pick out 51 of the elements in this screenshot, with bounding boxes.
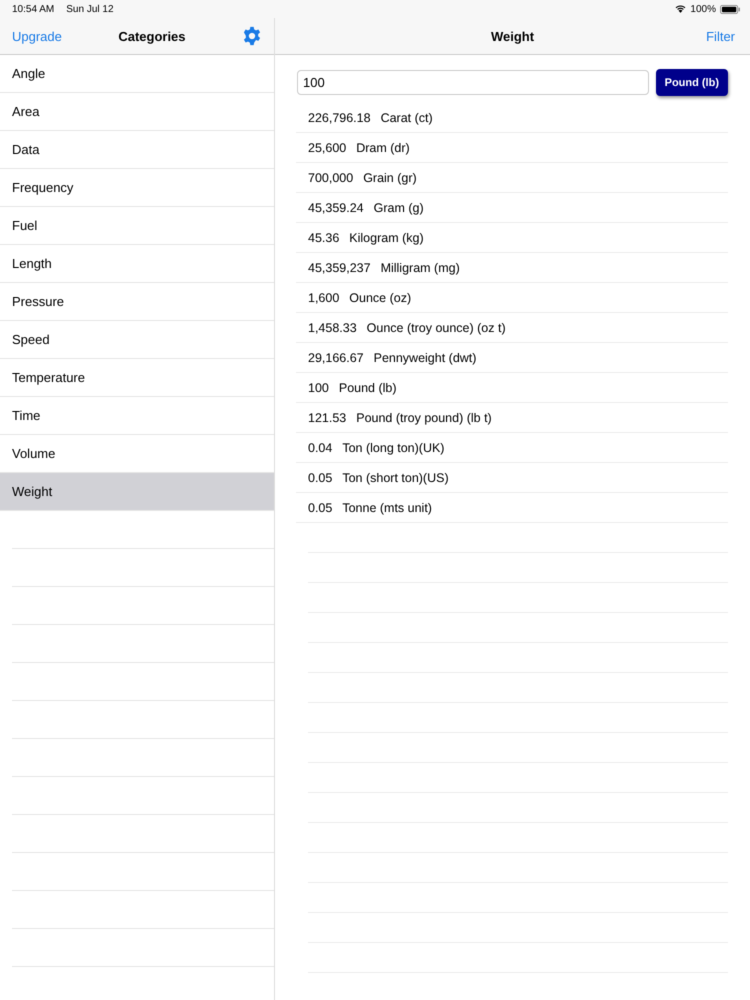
- filter-link[interactable]: Filter: [706, 28, 735, 44]
- result-value: 121.53: [308, 410, 346, 424]
- result-unit: Pound (troy pound) (lb t): [356, 410, 492, 424]
- result-value: 45,359,237: [308, 260, 371, 274]
- category-item[interactable]: Fuel: [0, 207, 274, 245]
- result-unit: Ounce (troy ounce) (oz t): [366, 320, 506, 334]
- result-value: 1,458.33: [308, 320, 357, 334]
- upgrade-link[interactable]: Upgrade: [12, 28, 62, 44]
- category-item[interactable]: Length: [0, 245, 274, 283]
- result-unit: Carat (ct): [380, 110, 433, 124]
- battery-icon: [720, 4, 740, 14]
- status-time: 10:54 AM: [12, 4, 54, 14]
- category-item[interactable]: Time: [0, 397, 274, 435]
- category-item[interactable]: Pressure: [0, 283, 274, 321]
- category-item[interactable]: Data: [0, 131, 274, 169]
- unit-button[interactable]: Pound (lb): [656, 69, 728, 96]
- result-value: 29,166.67: [308, 350, 364, 364]
- result-value: 0.05: [308, 470, 332, 484]
- sidebar-title: Categories: [118, 28, 186, 44]
- result-value: 45.36: [308, 230, 340, 244]
- result-value: 1,600: [308, 290, 340, 304]
- result-unit: Ton (short ton)(US): [342, 470, 449, 484]
- amount-input-field[interactable]: 100: [297, 70, 649, 95]
- result-value: 226,796.18: [308, 110, 371, 124]
- result-value: 0.04: [308, 440, 332, 454]
- result-unit: Kilogram (kg): [349, 230, 424, 244]
- category-item[interactable]: Angle: [0, 55, 274, 93]
- status-date: Sun Jul 12: [66, 4, 114, 14]
- page-title: Weight: [490, 28, 534, 44]
- result-value: 25,600: [308, 140, 346, 154]
- result-unit: Milligram (mg): [380, 260, 460, 274]
- result-unit: Ounce (oz): [349, 290, 412, 304]
- result-unit: Ton (long ton)(UK): [342, 440, 444, 454]
- result-unit: Gram (g): [374, 200, 424, 214]
- category-item[interactable]: Area: [0, 93, 274, 131]
- category-item[interactable]: Weight: [0, 473, 274, 511]
- category-item[interactable]: Frequency: [0, 169, 274, 207]
- result-value: 700,000: [308, 170, 354, 184]
- wifi-icon: [675, 5, 686, 13]
- battery-percent: 100%: [690, 4, 716, 14]
- result-unit: Pennyweight (dwt): [374, 350, 476, 364]
- category-item[interactable]: Speed: [0, 321, 274, 359]
- result-unit: Pound (lb): [338, 380, 397, 394]
- result-value: 0.05: [308, 500, 332, 514]
- result-unit: Grain (gr): [363, 170, 417, 184]
- settings-icon[interactable]: [242, 26, 262, 46]
- result-value: 100: [308, 380, 329, 394]
- result-unit: Tonne (mts unit): [342, 500, 432, 514]
- result-value: 45,359.24: [308, 200, 364, 214]
- category-item[interactable]: Temperature: [0, 359, 274, 397]
- result-unit: Dram (dr): [356, 140, 410, 154]
